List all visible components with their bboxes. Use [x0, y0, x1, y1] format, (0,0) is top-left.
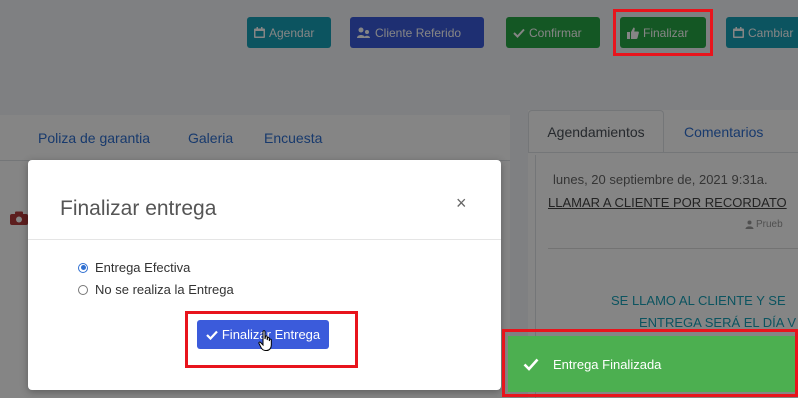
modal-title: Finalizar entrega: [60, 197, 217, 220]
radio-button[interactable]: [78, 284, 88, 295]
radio-no-se-realiza-label: No se realiza la Entrega: [95, 282, 234, 297]
radio-no-se-realiza[interactable]: No se realiza la Entrega: [78, 282, 234, 297]
radio-entrega-efectiva-label: Entrega Efectiva: [95, 260, 191, 275]
radio-entrega-efectiva[interactable]: Entrega Efectiva: [78, 260, 190, 275]
modal-header-divider: [28, 239, 501, 240]
close-icon[interactable]: ×: [456, 194, 467, 212]
highlight-toast: [502, 329, 798, 397]
highlight-finalizar-entrega: [185, 311, 358, 368]
radio-button-selected[interactable]: [78, 262, 88, 273]
highlight-finalizar: [613, 9, 713, 56]
